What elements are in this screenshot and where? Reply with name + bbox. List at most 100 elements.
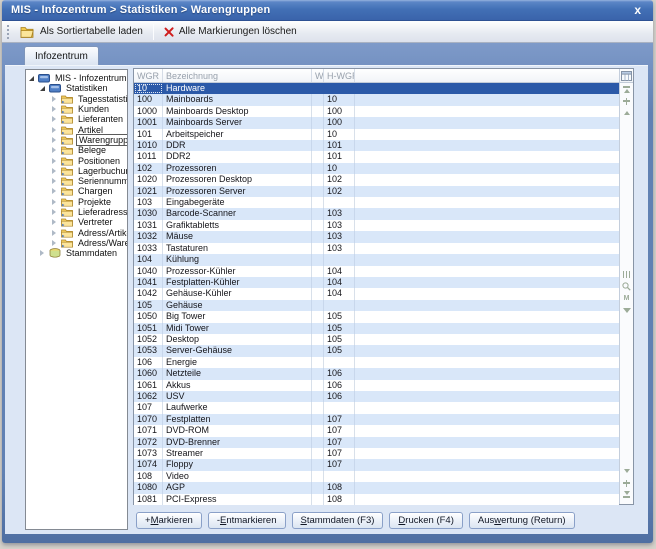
table-row[interactable]: 102Prozessoren10 (134, 163, 619, 174)
expand-icon[interactable] (52, 105, 60, 113)
table-row[interactable]: 1053Server-Gehäuse105 (134, 345, 619, 356)
table-row[interactable]: 107Laufwerke (134, 402, 619, 413)
close-button[interactable]: x (631, 4, 644, 16)
table-row[interactable]: 1061Akkus106 (134, 380, 619, 391)
expand-icon[interactable] (52, 136, 60, 144)
auswertung-return-button[interactable]: Auswertung (Return) (469, 512, 575, 529)
table-row[interactable]: 103Eingabegeräte (134, 197, 619, 208)
table-row[interactable]: 1001Mainboards Server100 (134, 117, 619, 128)
scroll-to-top-icon[interactable] (620, 83, 633, 95)
table-row[interactable]: 1042Gehäuse-Kühler104 (134, 288, 619, 299)
column-header-hwgr[interactable]: H-WGR (324, 69, 355, 82)
tab-infozentrum[interactable]: Infozentrum (24, 46, 99, 65)
table-row[interactable]: 101Arbeitspeicher10 (134, 129, 619, 140)
table-row[interactable]: 105Gehäuse (134, 300, 619, 311)
tree-item[interactable]: Stammdaten (26, 248, 127, 258)
table-row[interactable]: 1051Midi Tower105 (134, 323, 619, 334)
table-row[interactable]: 1000Mainboards Desktop100 (134, 106, 619, 117)
table-row[interactable]: 1031Grafiktabletts103 (134, 220, 619, 231)
expand-icon[interactable] (52, 198, 60, 206)
expand-icon[interactable] (52, 157, 60, 165)
collapse-icon[interactable] (29, 74, 37, 82)
mark-icon[interactable]: M (620, 292, 633, 304)
entmarkieren-button[interactable]: - Entmarkieren (208, 512, 286, 529)
tree-item[interactable]: Vertreter (26, 217, 127, 227)
tree-item[interactable]: Positionen (26, 155, 127, 165)
markieren-button[interactable]: + Markieren (136, 512, 202, 529)
table-row[interactable]: 1060Netzteile106 (134, 368, 619, 379)
scroll-down-icon[interactable] (620, 465, 633, 477)
expand-icon[interactable] (52, 95, 60, 103)
expand-icon[interactable] (52, 115, 60, 123)
expand-icon[interactable] (40, 249, 48, 257)
page-up-icon[interactable] (620, 95, 633, 107)
tree-item[interactable]: Belege (26, 145, 127, 155)
tree-item[interactable]: Projekte (26, 197, 127, 207)
cell-bezeichnung: Festplatten-Kühler (163, 277, 312, 288)
table-row[interactable]: 106Energie (134, 357, 619, 368)
load-as-sort-table-button[interactable]: Als Sortiertabelle laden (14, 24, 149, 40)
expand-icon[interactable] (52, 239, 60, 247)
table-row[interactable]: 1050Big Tower105 (134, 311, 619, 322)
tree-item[interactable]: Lagerbuchungen (26, 166, 127, 176)
cell-bezeichnung: DDR (163, 140, 312, 151)
expand-icon[interactable] (52, 146, 60, 154)
table-row[interactable]: 1030Barcode-Scanner103 (134, 208, 619, 219)
table-row[interactable]: 1041Festplatten-Kühler104 (134, 277, 619, 288)
column-customize-icon[interactable] (620, 69, 633, 83)
column-header-w[interactable]: W (312, 69, 324, 82)
table-row[interactable]: 1052Desktop105 (134, 334, 619, 345)
expand-icon[interactable] (52, 187, 60, 195)
table-row[interactable]: 1073Streamer107 (134, 448, 619, 459)
table-row[interactable]: 1021Prozessoren Server102 (134, 186, 619, 197)
tree-item[interactable]: Warengruppen (26, 135, 127, 145)
table-row[interactable]: 1081PCI-Express108 (134, 494, 619, 505)
scroll-to-bottom-icon[interactable] (620, 489, 633, 501)
tree-item[interactable]: Lieferanten (26, 114, 127, 124)
table-row[interactable]: 1072DVD-Brenner107 (134, 437, 619, 448)
tree-item[interactable]: Adress/Artikel (26, 227, 127, 237)
expand-icon[interactable] (52, 229, 60, 237)
columns-icon[interactable] (620, 268, 633, 280)
column-header-wgr[interactable]: WGR (134, 69, 163, 82)
table-row[interactable]: 1071DVD-ROM107 (134, 425, 619, 436)
table-row[interactable]: 1080AGP108 (134, 482, 619, 493)
table-row[interactable]: 108Video (134, 471, 619, 482)
column-header-bezeichnung[interactable]: Bezeichnung (163, 69, 312, 82)
table-row[interactable]: 100Mainboards10 (134, 94, 619, 105)
table-row[interactable]: 1032Mäuse103 (134, 231, 619, 242)
expand-icon[interactable] (52, 218, 60, 226)
table-row[interactable]: 1010DDR101 (134, 140, 619, 151)
expand-icon[interactable] (52, 208, 60, 216)
search-icon[interactable] (620, 280, 633, 292)
table-row[interactable]: 1062USV106 (134, 391, 619, 402)
tree-item[interactable]: Seriennummern (26, 176, 127, 186)
table-row[interactable]: 104Kühlung (134, 254, 619, 265)
tree-item[interactable]: MIS - Infozentrum (26, 73, 127, 83)
toolbar-grip[interactable] (7, 25, 10, 39)
tree-item[interactable]: Chargen (26, 186, 127, 196)
tree-item[interactable]: Kunden (26, 104, 127, 114)
tree-item[interactable]: Lieferadressen (26, 207, 127, 217)
table-row[interactable]: 1020Prozessoren Desktop102 (134, 174, 619, 185)
expand-icon[interactable] (52, 126, 60, 134)
tree-item[interactable]: Tagesstatistik (26, 94, 127, 104)
cell-bezeichnung: USV (163, 391, 312, 402)
table-row[interactable]: 1070Festplatten107 (134, 414, 619, 425)
table-row[interactable]: 1011DDR2101 (134, 151, 619, 162)
tree-item[interactable]: Adress/Warengruppen (26, 238, 127, 248)
stammdaten-f3-button[interactable]: Stammdaten (F3) (292, 512, 384, 529)
page-down-icon[interactable] (620, 477, 633, 489)
table-row[interactable]: 10Hardware (134, 83, 619, 94)
tree-item[interactable]: Statistiken (26, 83, 127, 93)
table-row[interactable]: 1074Floppy107 (134, 459, 619, 470)
expand-icon[interactable] (52, 177, 60, 185)
drucken-f4-button[interactable]: Drucken (F4) (389, 512, 462, 529)
scroll-up-icon[interactable] (620, 107, 633, 119)
collapse-icon[interactable] (40, 84, 48, 92)
table-row[interactable]: 1040Prozessor-Kühler104 (134, 266, 619, 277)
expand-icon[interactable] (52, 167, 60, 175)
filter-icon[interactable] (620, 304, 633, 316)
table-row[interactable]: 1033Tastaturen103 (134, 243, 619, 254)
clear-all-marks-button[interactable]: Alle Markierungen löschen (158, 24, 303, 39)
